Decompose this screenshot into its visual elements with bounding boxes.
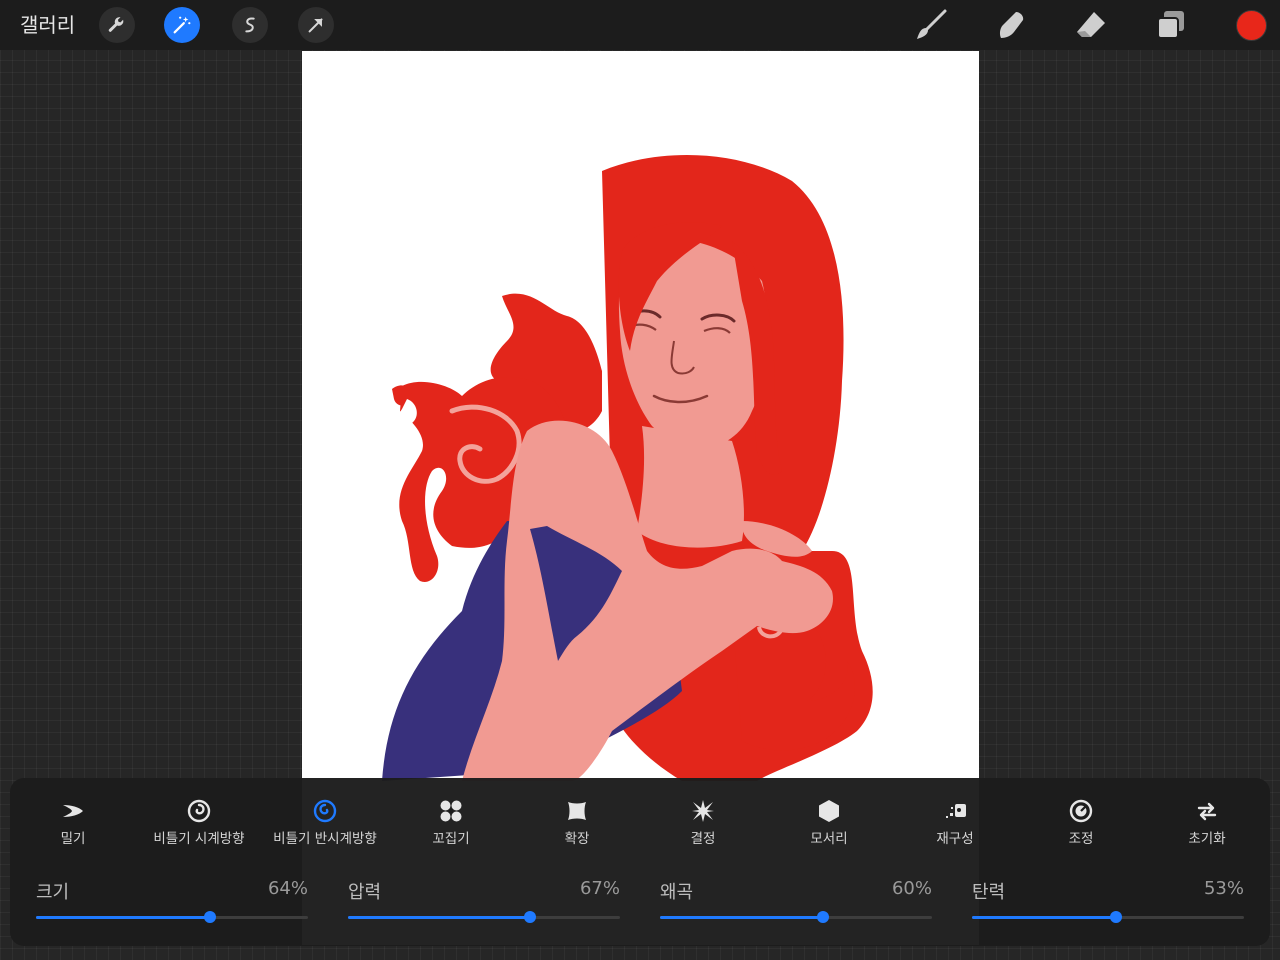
- size-fill: [36, 916, 211, 919]
- pressure-fill: [348, 916, 531, 919]
- distortion-knob[interactable]: [817, 911, 830, 923]
- top-toolbar: 갤러리: [0, 0, 1280, 50]
- distortion-slider[interactable]: 왜곡 60%: [660, 878, 932, 928]
- mode-reconstruct[interactable]: 재구성: [892, 798, 1018, 848]
- distortion-value: 60%: [891, 878, 932, 899]
- mode-twirl-left[interactable]: 비틀기 반시계방향: [262, 798, 388, 848]
- crystals-icon: [690, 798, 716, 824]
- push-icon: [60, 798, 86, 824]
- selection-s-icon[interactable]: [232, 7, 268, 43]
- mode-expand[interactable]: 확장: [514, 798, 640, 848]
- momentum-fill: [972, 916, 1117, 919]
- size-label: 크기: [36, 882, 70, 903]
- mode-adjust[interactable]: 조정: [1018, 798, 1144, 848]
- momentum-track[interactable]: [972, 911, 1244, 923]
- arrow-cursor-icon[interactable]: [298, 7, 334, 43]
- mode-twirl-right[interactable]: 비틀기 시계방향: [136, 798, 262, 848]
- momentum-label: 탄력: [972, 882, 1006, 903]
- pressure-track[interactable]: [348, 911, 620, 923]
- pinch-icon: [438, 798, 464, 824]
- mode-push[interactable]: 밀기: [10, 798, 136, 848]
- magic-wand-icon[interactable]: [164, 7, 200, 43]
- brush-icon[interactable]: [914, 8, 948, 42]
- wrench-icon[interactable]: [99, 7, 135, 43]
- mode-reset[interactable]: 초기화: [1144, 798, 1270, 848]
- distortion-label: 왜곡: [660, 882, 694, 903]
- mode-pinch[interactable]: 꼬집기: [388, 798, 514, 848]
- momentum-slider[interactable]: 탄력 53%: [972, 878, 1244, 928]
- momentum-value: 53%: [1203, 878, 1244, 899]
- momentum-knob[interactable]: [1110, 911, 1123, 923]
- size-value: 64%: [267, 878, 308, 899]
- mode-edge[interactable]: 모서리: [766, 798, 892, 848]
- size-track[interactable]: [36, 911, 308, 923]
- expand-icon: [564, 798, 590, 824]
- reset-icon: [1194, 798, 1220, 824]
- mode-crystals[interactable]: 결정: [640, 798, 766, 848]
- gallery-button[interactable]: 갤러리: [20, 10, 75, 40]
- edge-icon: [816, 798, 842, 824]
- pressure-value: 67%: [579, 878, 620, 899]
- liquify-mode-bar: 밀기 비틀기 시계방향 비틀기 반시계방향 꼬집기 확장 결정 모서리 재구성 …: [10, 798, 1270, 848]
- layers-icon[interactable]: [1154, 8, 1188, 42]
- color-picker-swatch[interactable]: [1236, 10, 1267, 41]
- eraser-icon[interactable]: [1074, 8, 1108, 42]
- adjust-icon: [1068, 798, 1094, 824]
- liquify-panel: 밀기 비틀기 시계방향 비틀기 반시계방향 꼬집기 확장 결정 모서리 재구성 …: [10, 778, 1270, 946]
- smudge-icon[interactable]: [994, 8, 1028, 42]
- twirl-left-icon: [312, 798, 338, 824]
- pressure-slider[interactable]: 압력 67%: [348, 878, 620, 928]
- twirl-right-icon: [186, 798, 212, 824]
- pressure-label: 압력: [348, 882, 382, 903]
- pressure-knob[interactable]: [524, 911, 537, 923]
- size-knob[interactable]: [204, 911, 217, 923]
- distortion-fill: [660, 916, 824, 919]
- distortion-track[interactable]: [660, 911, 932, 923]
- size-slider[interactable]: 크기 64%: [36, 878, 308, 928]
- reconstruct-icon: [942, 798, 968, 824]
